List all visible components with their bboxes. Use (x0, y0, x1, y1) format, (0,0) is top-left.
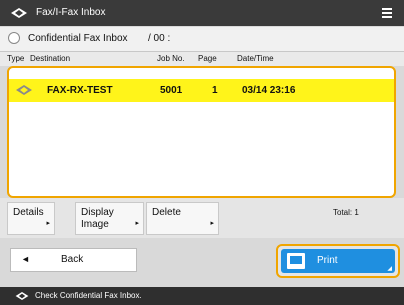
back-arrow-icon: ◄ (21, 254, 30, 264)
col-job-no: Job No. (157, 54, 185, 63)
display-image-label-1: Display (81, 207, 114, 218)
col-type: Type (7, 54, 25, 63)
details-label: Details (13, 207, 44, 218)
fax-icon (16, 85, 32, 95)
col-datetime: Date/Time (237, 54, 274, 63)
back-label: Back (61, 254, 84, 265)
col-destination: Destination (30, 54, 71, 63)
row-job-no: 5001 (160, 85, 183, 96)
submenu-arrow-icon: ▸ (135, 220, 139, 227)
print-button[interactable]: Print ◢ (276, 244, 400, 278)
details-button[interactable]: Details ▸ (7, 202, 55, 235)
status-message: Check Confidential Fax Inbox. (35, 291, 142, 300)
print-button-face: Print ◢ (281, 249, 395, 273)
fax-icon (11, 8, 27, 18)
window-title: Fax/I-Fax Inbox (36, 7, 106, 18)
table-row[interactable]: FAX-RX-TEST 5001 1 03/14 23:16 (9, 79, 394, 102)
title-bar: Fax/I-Fax Inbox (0, 0, 404, 26)
total-count: Total: 1 (333, 208, 359, 217)
row-datetime: 03/14 23:16 (242, 85, 296, 96)
list-header: Type Destination Job No. Page Date/Time (0, 52, 404, 66)
delete-label: Delete (152, 207, 181, 218)
submenu-arrow-icon: ▸ (210, 220, 214, 227)
row-destination: FAX-RX-TEST (47, 85, 113, 96)
print-label: Print (317, 255, 338, 266)
menu-icon (382, 8, 392, 10)
row-page: 1 (212, 85, 218, 96)
print-icon (287, 253, 305, 269)
status-bar: Check Confidential Fax Inbox. (0, 287, 404, 305)
inbox-name: Confidential Fax Inbox (28, 33, 128, 44)
display-image-button[interactable]: Display Image ▸ (75, 202, 144, 235)
back-button[interactable]: ◄ Back (10, 248, 137, 272)
delete-button[interactable]: Delete ▸ (146, 202, 219, 235)
inbox-icon (8, 32, 20, 44)
fax-icon (15, 292, 29, 300)
corner-arrow-icon: ◢ (387, 266, 392, 272)
submenu-arrow-icon: ▸ (46, 220, 50, 227)
col-page: Page (198, 54, 217, 63)
action-bar: Details ▸ Display Image ▸ Delete ▸ Total… (0, 198, 404, 238)
job-list[interactable]: FAX-RX-TEST 5001 1 03/14 23:16 (7, 66, 396, 198)
display-image-label-2: Image (81, 219, 109, 230)
inbox-header: Confidential Fax Inbox / 00 : (0, 27, 404, 52)
inbox-count: / 00 : (148, 33, 171, 44)
menu-button[interactable] (370, 0, 404, 26)
